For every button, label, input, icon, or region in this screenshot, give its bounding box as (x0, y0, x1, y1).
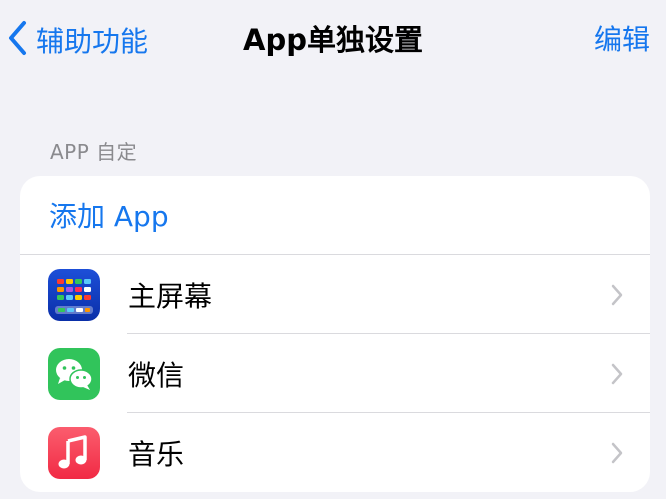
edit-button[interactable]: 编辑 (594, 18, 650, 62)
list-item-wechat[interactable]: 微信 (20, 334, 650, 413)
app-label: 微信 (128, 358, 185, 392)
back-button[interactable]: 辅助功能 (6, 18, 148, 62)
back-button-label: 辅助功能 (36, 25, 149, 58)
navigation-bar: 辅助功能 App单独设置 编辑 (0, 0, 666, 80)
list-item-home-screen[interactable]: 主屏幕 (20, 255, 650, 334)
chevron-right-icon (610, 283, 624, 307)
add-app-button[interactable]: 添加 App (20, 176, 650, 255)
wechat-icon (48, 347, 100, 400)
chevron-right-icon (610, 362, 624, 386)
home-screen-icon (48, 268, 100, 321)
app-list-card: 添加 App 主屏幕 微信 音乐 (20, 176, 650, 492)
chevron-left-icon (6, 20, 28, 60)
section-header: APP 自定 (50, 140, 138, 164)
list-item-music[interactable]: 音乐 (20, 413, 650, 492)
music-icon (48, 426, 100, 479)
app-label: 主屏幕 (128, 279, 213, 313)
app-label: 音乐 (128, 437, 185, 471)
chevron-right-icon (610, 441, 624, 465)
